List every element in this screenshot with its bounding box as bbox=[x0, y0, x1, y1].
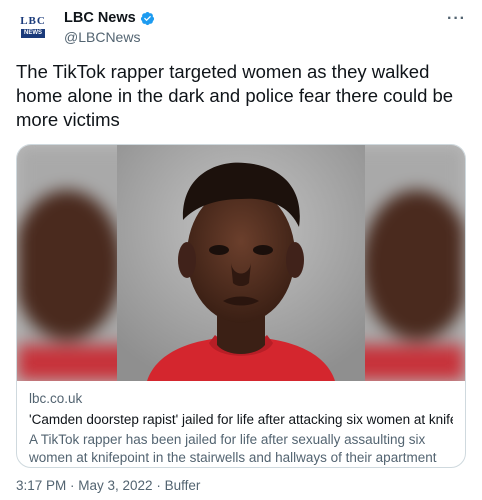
card-title[interactable]: 'Camden doorstep rapist' jailed for life… bbox=[29, 412, 453, 427]
author-names: LBC News @LBCNews bbox=[64, 10, 155, 45]
card-description: A TikTok rapper has been jailed for life… bbox=[29, 432, 437, 465]
logo-news-text: NEWS bbox=[21, 29, 45, 38]
name-row: LBC News bbox=[64, 10, 155, 26]
mugshot-illustration bbox=[117, 145, 365, 381]
verified-badge-icon bbox=[140, 11, 154, 25]
card-image[interactable] bbox=[17, 145, 465, 381]
tweet-header: LBC NEWS LBC News @LBCNews ··· bbox=[16, 10, 468, 46]
mugshot-photo bbox=[117, 145, 365, 381]
avatar[interactable]: LBC NEWS bbox=[16, 10, 50, 44]
link-card[interactable]: lbc.co.uk 'Camden doorstep rapist' jaile… bbox=[16, 144, 466, 468]
more-options-icon[interactable]: ··· bbox=[447, 10, 466, 28]
tweet-text: The TikTok rapper targeted women as they… bbox=[16, 61, 454, 130]
handle[interactable]: @LBCNews bbox=[64, 29, 155, 45]
logo-lbc-text: LBC bbox=[20, 15, 46, 27]
tweet-timestamp[interactable]: 3:17 PM · May 3, 2022 · Buffer bbox=[16, 478, 200, 493]
card-meta[interactable]: lbc.co.uk 'Camden doorstep rapist' jaile… bbox=[17, 381, 465, 467]
card-domain: lbc.co.uk bbox=[29, 391, 83, 406]
display-name[interactable]: LBC News bbox=[64, 10, 136, 26]
